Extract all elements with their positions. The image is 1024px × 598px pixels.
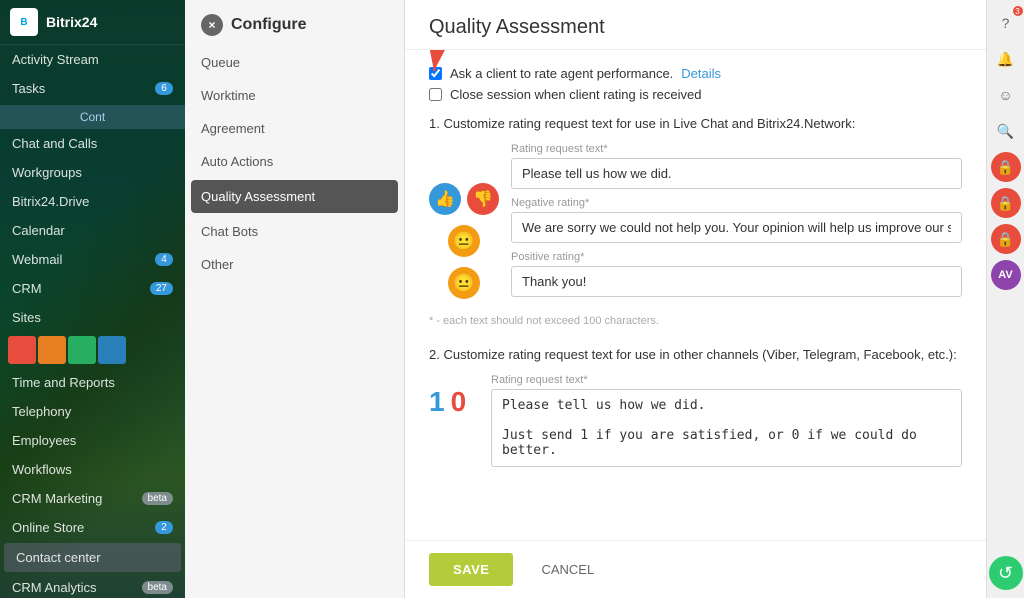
smiley-icon-btn[interactable]: ☺ <box>991 80 1021 110</box>
configure-header: × Configure <box>185 0 404 46</box>
negative-rating-field: Negative rating* <box>511 197 962 243</box>
main-body: Ask a client to rate agent performance. … <box>405 50 986 540</box>
sidebar-item-employees[interactable]: Employees <box>0 426 185 455</box>
question-badge: 3 <box>1013 6 1023 16</box>
negative-rating-input[interactable] <box>511 212 962 243</box>
search-icon-btn[interactable]: 🔍 <box>991 116 1021 146</box>
cont-tab: Cont <box>0 105 185 129</box>
online-store-badge: 2 <box>155 521 173 534</box>
tile-orange <box>38 336 66 364</box>
green-circle-btn[interactable]: ↺ <box>989 556 1023 590</box>
section2-rating-request-label: Rating request text* <box>491 374 962 386</box>
lock-red-icon-btn-2[interactable]: 🔒 <box>991 188 1021 218</box>
section1-title: 1. Customize rating request text for use… <box>429 116 962 131</box>
footer-buttons: SAVE CANCEL <box>405 540 986 598</box>
sidebar-title: Bitrix24 <box>46 14 97 30</box>
rating-section-1: 👍 👎 😐 😐 Rating request text* Negative ra… <box>429 143 962 327</box>
rating-section-2: 1 0 Rating request text* <box>429 374 962 478</box>
number-1-icon: 1 <box>429 386 445 418</box>
sidebar-item-online-store[interactable]: Online Store 2 <box>0 513 185 542</box>
checkbox-close-session-input[interactable] <box>429 88 442 101</box>
save-button[interactable]: SAVE <box>429 553 513 586</box>
configure-menu-queue[interactable]: Queue <box>185 46 404 79</box>
details-link[interactable]: Details <box>681 66 721 81</box>
configure-menu: Queue Worktime Agreement Auto Actions Qu… <box>185 46 404 598</box>
positive-rating-input[interactable] <box>511 266 962 297</box>
crm-analytics-badge: beta <box>142 581 173 594</box>
tasks-badge: 6 <box>155 82 173 95</box>
emoji-neutral-icon: 😐 <box>448 225 480 257</box>
number-0-icon: 0 <box>451 386 467 418</box>
question-icon-btn[interactable]: ? 3 <box>991 8 1021 38</box>
section2-rating-request-textarea[interactable] <box>491 389 962 467</box>
sidebar-item-tasks[interactable]: Tasks 6 <box>0 74 185 103</box>
tile-red <box>8 336 36 364</box>
bell-icon-btn[interactable]: 🔔 <box>991 44 1021 74</box>
configure-title: Configure <box>231 16 307 34</box>
configure-menu-other[interactable]: Other <box>185 248 404 281</box>
sidebar-item-activity-stream[interactable]: Activity Stream <box>0 45 185 74</box>
emoji-ok-icon: 😐 <box>448 267 480 299</box>
sidebar-item-calendar[interactable]: Calendar <box>0 216 185 245</box>
rating-icons-col: 👍 👎 😐 😐 <box>429 143 499 299</box>
sidebar-item-drive[interactable]: Bitrix24.Drive <box>0 187 185 216</box>
sidebar-item-crm-analytics[interactable]: CRM Analytics beta <box>0 573 185 598</box>
positive-rating-field: Positive rating* <box>511 251 962 297</box>
configure-menu-quality-assessment[interactable]: Quality Assessment <box>191 180 398 213</box>
hint-text: * - each text should not exceed 100 char… <box>429 315 962 327</box>
sidebar-item-crm[interactable]: CRM 27 <box>0 274 185 303</box>
checkbox-rate-agent: Ask a client to rate agent performance. … <box>429 66 962 81</box>
main-title: Quality Assessment <box>405 0 986 50</box>
thumbs-down-icon: 👎 <box>467 183 499 215</box>
checkbox-close-session: Close session when client rating is rece… <box>429 87 962 102</box>
bitrix-logo: B <box>10 8 38 36</box>
checkbox-close-session-label: Close session when client rating is rece… <box>450 87 701 102</box>
rating-request-label: Rating request text* <box>511 143 962 155</box>
configure-menu-auto-actions[interactable]: Auto Actions <box>185 145 404 178</box>
avatar-icon[interactable]: AV <box>991 260 1021 290</box>
rating-request-input[interactable] <box>511 158 962 189</box>
main-content: Quality Assessment Ask a client to rate … <box>405 0 986 598</box>
rating-input-group-1: 👍 👎 😐 😐 Rating request text* Negative ra… <box>429 143 962 305</box>
sidebar-tiles <box>0 332 185 368</box>
webmail-badge: 4 <box>155 253 173 266</box>
checkbox-rate-agent-input[interactable] <box>429 67 442 80</box>
sidebar-item-workflows[interactable]: Workflows <box>0 455 185 484</box>
lock-red-icon-btn-3[interactable]: 🔒 <box>991 224 1021 254</box>
sidebar-item-crm-marketing[interactable]: CRM Marketing beta <box>0 484 185 513</box>
inputs-col-1: Rating request text* Negative rating* Po… <box>511 143 962 305</box>
tile-green <box>68 336 96 364</box>
negative-rating-label: Negative rating* <box>511 197 962 209</box>
rating-input-group-2: 1 0 Rating request text* <box>429 374 962 478</box>
sidebar: B Bitrix24 Activity Stream Tasks 6 Cont … <box>0 0 185 598</box>
positive-rating-label: Positive rating* <box>511 251 962 263</box>
rating-request-field: Rating request text* <box>511 143 962 189</box>
sidebar-item-sites[interactable]: Sites <box>0 303 185 332</box>
sidebar-item-time-reports[interactable]: Time and Reports <box>0 368 185 397</box>
right-panel: ? 3 🔔 ☺ 🔍 🔒 🔒 🔒 AV ↺ <box>986 0 1024 598</box>
sidebar-item-chat-calls[interactable]: Chat and Calls <box>0 129 185 158</box>
configure-panel: × Configure Queue Worktime Agreement Aut… <box>185 0 405 598</box>
configure-menu-chat-bots[interactable]: Chat Bots <box>185 215 404 248</box>
section2-rating-request-field: Rating request text* <box>491 374 962 470</box>
sidebar-item-workgroups[interactable]: Workgroups <box>0 158 185 187</box>
number-icons: 1 0 <box>429 374 479 418</box>
right-bottom: ↺ <box>989 556 1023 590</box>
section2-title: 2. Customize rating request text for use… <box>429 347 962 362</box>
checkbox-rate-agent-label: Ask a client to rate agent performance. <box>450 66 673 81</box>
sidebar-header: B Bitrix24 <box>0 0 185 45</box>
thumbs-up-icon: 👍 <box>429 183 461 215</box>
lock-red-icon-btn-1[interactable]: 🔒 <box>991 152 1021 182</box>
crm-badge: 27 <box>150 282 173 295</box>
crm-marketing-badge: beta <box>142 492 173 505</box>
close-button[interactable]: × <box>201 14 223 36</box>
inputs-col-2: Rating request text* <box>491 374 962 478</box>
configure-menu-worktime[interactable]: Worktime <box>185 79 404 112</box>
sidebar-item-telephony[interactable]: Telephony <box>0 397 185 426</box>
tile-blue <box>98 336 126 364</box>
sidebar-item-webmail[interactable]: Webmail 4 <box>0 245 185 274</box>
cancel-button[interactable]: CANCEL <box>525 553 610 586</box>
configure-menu-agreement[interactable]: Agreement <box>185 112 404 145</box>
sidebar-item-contact-center[interactable]: Contact center <box>4 543 181 572</box>
